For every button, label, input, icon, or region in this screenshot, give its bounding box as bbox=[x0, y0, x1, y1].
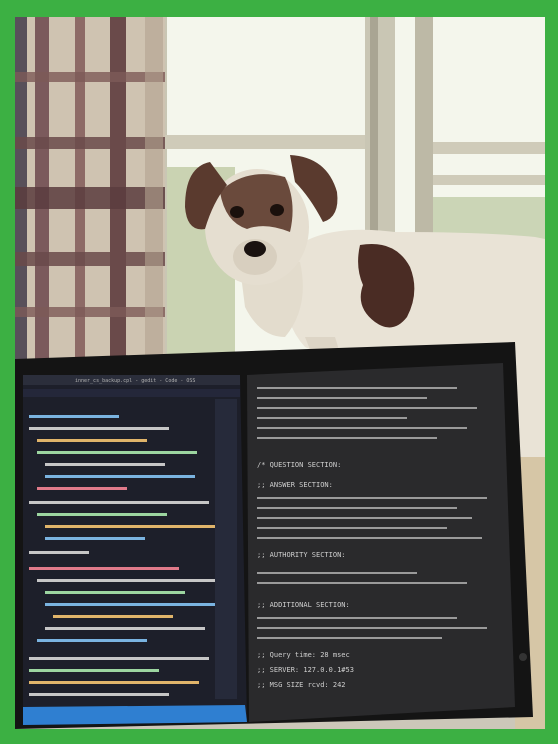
curtain bbox=[15, 17, 165, 362]
terminal-line: /* QUESTION SECTION: bbox=[257, 461, 341, 469]
photo: /* QUESTION SECTION: ;; ANSWER SECTION: … bbox=[15, 17, 545, 729]
photo-scene: /* QUESTION SECTION: ;; ANSWER SECTION: … bbox=[15, 17, 545, 729]
terminal-line: ;; MSG SIZE rcvd: 242 bbox=[257, 681, 346, 689]
power-button bbox=[519, 653, 527, 661]
editor-title: inner_cs_backup.cpl - gedit - Code - OSS bbox=[75, 378, 195, 384]
terminal-line: ;; ANSWER SECTION: bbox=[257, 481, 333, 489]
terminal-line: ;; Query time: 28 msec bbox=[257, 651, 350, 659]
terminal-line: ;; AUTHORITY SECTION: bbox=[257, 551, 346, 559]
terminal-line: ;; ADDITIONAL SECTION: bbox=[257, 601, 350, 609]
terminal-line: ;; SERVER: 127.0.0.1#53 bbox=[257, 666, 354, 674]
